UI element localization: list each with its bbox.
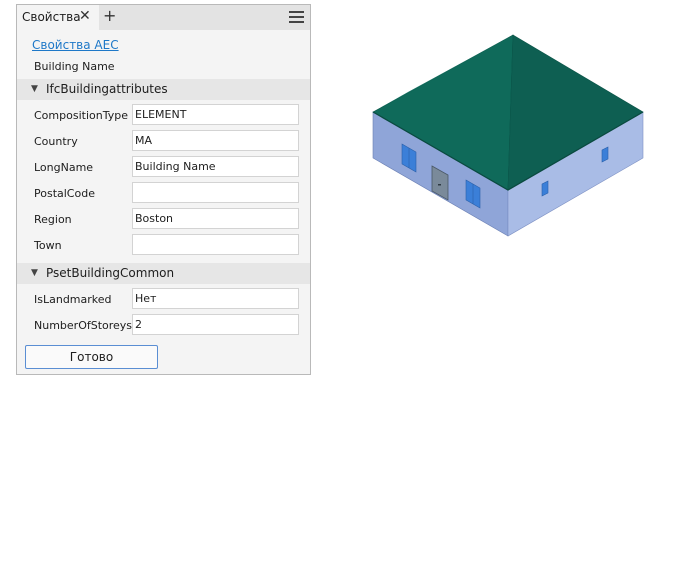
triangle-down-icon: ▼ <box>31 268 38 278</box>
postal-code-field[interactable] <box>132 182 299 203</box>
triangle-down-icon: ▼ <box>31 84 38 94</box>
aec-properties-link[interactable]: Свойства AEC <box>32 38 119 52</box>
property-label: CompositionType <box>34 109 128 122</box>
done-button[interactable]: Готово <box>25 345 158 369</box>
property-label: Region <box>34 213 72 226</box>
property-label: IsLandmarked <box>34 293 112 306</box>
long-name-field[interactable] <box>132 156 299 177</box>
number-of-storeys-field[interactable] <box>132 314 299 335</box>
close-icon[interactable]: ✕ <box>79 8 91 24</box>
property-label: LongName <box>34 161 94 174</box>
building-3d-model[interactable] <box>368 32 646 242</box>
section-header-pset-building-common[interactable]: ▼ PsetBuildingCommon <box>17 263 310 284</box>
element-name: Building Name <box>34 60 115 73</box>
property-label: Country <box>34 135 78 148</box>
properties-panel: Свойства ✕ + Свойства AEC Building Name … <box>16 4 311 375</box>
property-label: NumberOfStoreys <box>34 319 133 332</box>
composition-type-field[interactable] <box>132 104 299 125</box>
is-landmarked-field[interactable] <box>132 288 299 309</box>
section-header-ifcbuilding-attributes[interactable]: ▼ IfcBuildingattributes <box>17 79 310 100</box>
section-title: IfcBuildingattributes <box>46 82 168 96</box>
tab-bar: Свойства ✕ + <box>17 5 310 30</box>
section-title: PsetBuildingCommon <box>46 266 175 280</box>
property-label: Town <box>34 239 62 252</box>
plus-icon[interactable]: + <box>103 7 116 25</box>
property-label: PostalCode <box>34 187 95 200</box>
window <box>541 180 549 197</box>
country-field[interactable] <box>132 130 299 151</box>
region-field[interactable] <box>132 208 299 229</box>
tab-properties[interactable]: Свойства ✕ <box>17 5 99 30</box>
hamburger-menu-icon[interactable] <box>289 11 304 23</box>
window <box>601 146 609 163</box>
town-field[interactable] <box>132 234 299 255</box>
tab-title: Свойства <box>22 10 81 24</box>
door-handle <box>438 184 441 186</box>
